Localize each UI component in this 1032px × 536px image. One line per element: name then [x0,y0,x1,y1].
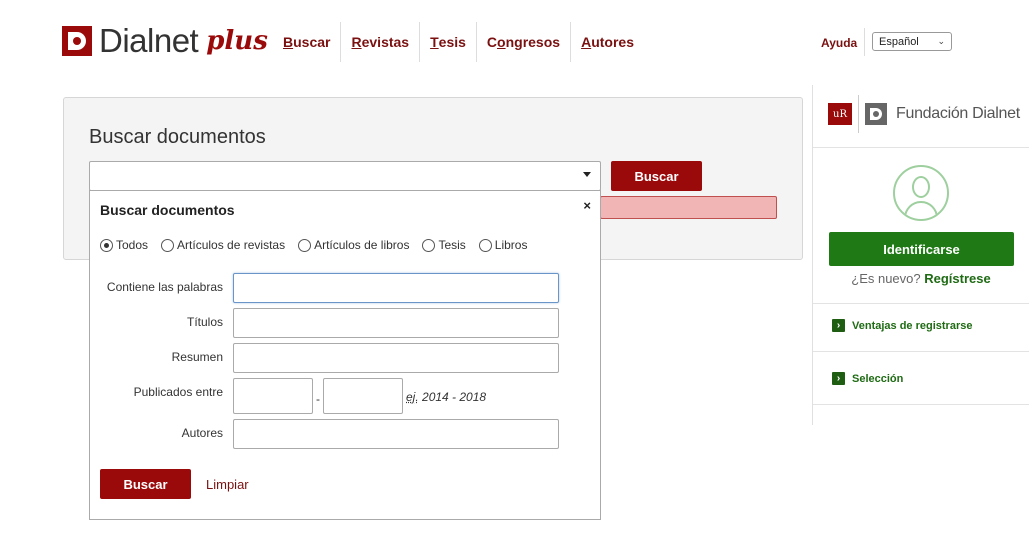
nav-tesis[interactable]: Tesis [420,22,477,62]
radio-articulos-revistas[interactable]: Artículos de revistas [161,238,285,252]
year-from-input[interactable] [233,378,313,414]
user-avatar-icon [893,165,949,221]
logo-divider [858,95,859,133]
divider [813,351,1029,352]
register-prompt: ¿Es nuevo? Regístrese [851,271,991,286]
dialnet-mark-icon [865,103,887,125]
search-input[interactable] [89,161,601,191]
language-value: Español [879,35,919,48]
university-mark-icon: uR [828,103,852,125]
radio-libros[interactable]: Libros [478,238,527,252]
error-message [600,196,777,219]
foundation-name: Fundación Dialnet [896,105,1020,122]
sidebar: uR Fundación Dialnet Identificarse ¿Es n… [812,85,1032,425]
advanced-search-dropdown: Buscar documentos × Todos Artículos de r… [89,190,601,520]
main-nav: Buscar Revistas Tesis Co ngresos Autores [273,22,644,62]
titles-input[interactable] [233,308,559,338]
radio-circle[interactable] [298,238,312,252]
caret-down-icon[interactable] [583,172,591,177]
search-button[interactable]: Buscar [611,161,702,191]
radio-tesis[interactable]: Tesis [422,238,466,252]
clear-link[interactable]: Limpiar [206,477,249,492]
document-type-radios: Todos Artículos de revistas Artículos de… [100,238,540,252]
search-title: Buscar documentos [89,126,266,148]
radio-articulos-libros[interactable]: Artículos de libros [298,238,409,252]
header-divider [864,28,865,56]
nav-buscar[interactable]: Buscar [273,22,342,62]
selection-link[interactable]: › Selección [832,372,903,385]
year-to-input[interactable] [323,378,403,414]
summary-label: Resumen [171,350,223,364]
contains-words-input[interactable] [233,273,559,303]
chevron-right-icon: › [832,319,845,332]
login-button[interactable]: Identificarse [829,232,1014,266]
titles-label: Títulos [186,315,223,329]
fundacion-dialnet-logo[interactable]: uR Fundación Dialnet [828,95,1020,133]
benefits-link[interactable]: › Ventajas de registrarse [832,319,972,332]
logo-plus: plus [206,26,268,56]
radio-circle[interactable] [422,238,436,252]
divider [813,404,1029,405]
language-select[interactable]: Español ⌄ [872,32,952,51]
register-link[interactable]: Regístrese [924,271,990,286]
authors-label: Autores [181,426,223,440]
divider [813,147,1029,148]
authors-input[interactable] [233,419,559,449]
dialnet-mark-icon [62,26,92,56]
nav-revistas[interactable]: Revistas [341,22,421,62]
radio-circle[interactable] [478,238,492,252]
dialnet-logo[interactable]: Dialnet plus [62,22,268,59]
radio-circle[interactable] [100,238,113,252]
advanced-search-button[interactable]: Buscar [100,469,191,499]
divider [813,303,1029,304]
range-dash: - [316,392,320,406]
nav-congresos[interactable]: Co ngresos [477,22,572,62]
help-link[interactable]: Ayuda [821,36,857,50]
year-hint: ej. 2014 - 2018 [406,390,487,404]
radio-todos[interactable]: Todos [100,238,148,252]
chevron-down-icon: ⌄ [937,36,945,46]
logo-text: Dialnet [99,22,199,59]
advanced-search-title: Buscar documentos [100,202,235,218]
summary-input[interactable] [233,343,559,373]
radio-circle[interactable] [161,238,175,252]
close-icon[interactable]: × [583,198,591,213]
chevron-right-icon: › [832,372,845,385]
nav-autores[interactable]: Autores [571,22,644,62]
contains-label: Contiene las palabras [106,280,223,294]
published-label: Publicados entre [133,385,223,399]
